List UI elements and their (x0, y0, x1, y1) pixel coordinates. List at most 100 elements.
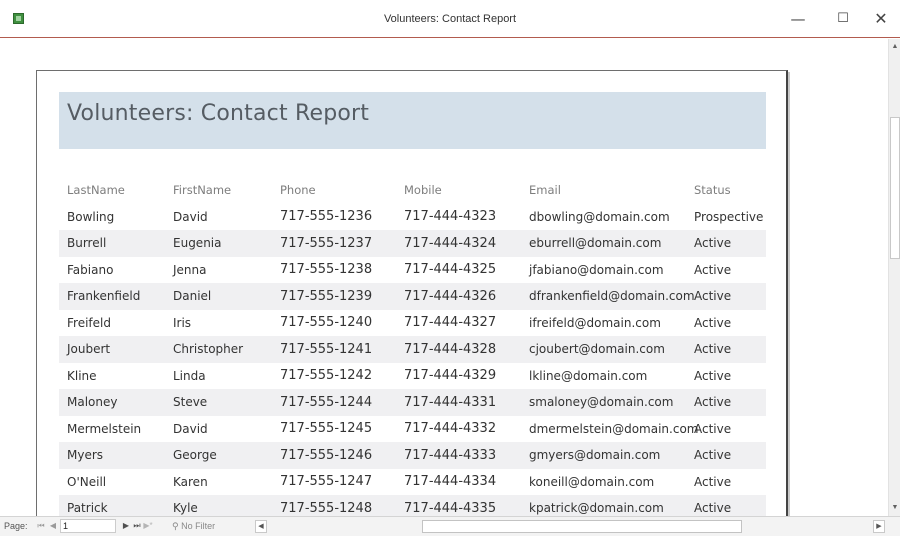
cell-lastname: Mermelstein (67, 421, 142, 436)
table-row[interactable]: Freifeld Iris 717-555-1240 717-444-4327 ifre… (59, 310, 766, 337)
vertical-scrollbar[interactable]: ▲ ▼ (888, 39, 900, 516)
scroll-right-icon[interactable]: ▶ (873, 520, 885, 533)
cell-email: jfabiano@domain.com (529, 262, 664, 277)
table-row[interactable]: O'Neill Karen 717-555-1247 717-444-4334 kone… (59, 469, 766, 496)
cell-email: eburrell@domain.com (529, 236, 662, 251)
column-header-row: LastName FirstName Phone Mobile Email Status (59, 177, 766, 204)
cell-email: lkline@domain.com (529, 368, 648, 383)
cell-email: dfrankenfield@domain.com (529, 289, 695, 304)
column-header-mobile: Mobile (404, 183, 442, 198)
cell-status: Active (694, 421, 732, 436)
report-title: Volunteers: Contact Report (67, 101, 370, 126)
new-record-icon[interactable]: ▶* (143, 520, 153, 532)
cell-mobile: 717-444-4332 (404, 421, 497, 437)
cell-lastname: Joubert (67, 342, 111, 357)
cell-phone: 717-555-1240 (280, 315, 373, 331)
cell-status: Active (694, 448, 732, 463)
filter-label: No Filter (181, 521, 216, 531)
cell-firstname: Eugenia (173, 236, 222, 251)
cell-email: cjoubert@domain.com (529, 342, 665, 357)
filter-icon: ⚲ (172, 521, 179, 531)
cell-email: ifreifeld@domain.com (529, 315, 661, 330)
table-row[interactable]: Frankenfield Daniel 717-555-1239 717-444-43… (59, 283, 766, 310)
cell-lastname: Kline (67, 368, 97, 383)
previous-page-icon[interactable]: ◀ (48, 520, 58, 532)
scroll-up-icon[interactable]: ▲ (890, 41, 900, 53)
cell-phone: 717-555-1236 (280, 209, 373, 225)
cell-phone: 717-555-1244 (280, 394, 373, 410)
cell-lastname: O'Neill (67, 474, 107, 489)
column-header-firstname: FirstName (173, 183, 232, 198)
title-bar: Volunteers: Contact Report — ☐ ✕ (0, 0, 900, 38)
table-row[interactable]: Bowling David 717-555-1236 717-444-4323 dbow… (59, 204, 766, 231)
cell-status: Active (694, 289, 732, 304)
column-header-status: Status (694, 183, 731, 198)
scroll-left-icon[interactable]: ◀ (255, 520, 267, 533)
horizontal-scroll-thumb[interactable] (422, 520, 742, 533)
cell-firstname: Daniel (173, 289, 212, 304)
cell-firstname: Christopher (173, 342, 244, 357)
report-page: Volunteers: Contact Report LastName First… (36, 70, 788, 516)
cell-mobile: 717-444-4328 (404, 341, 497, 357)
maximize-button[interactable]: ☐ (828, 8, 858, 30)
cell-firstname: Kyle (173, 501, 198, 516)
cell-status: Active (694, 501, 732, 516)
next-page-icon[interactable]: ▶ (121, 520, 131, 532)
cell-status: Active (694, 368, 732, 383)
cell-firstname: Iris (173, 315, 192, 330)
page-number-input[interactable]: 1 (60, 519, 116, 533)
cell-phone: 717-555-1246 (280, 447, 373, 463)
table-row[interactable]: Kline Linda 717-555-1242 717-444-4329 lkline… (59, 363, 766, 390)
cell-phone: 717-555-1248 (280, 500, 373, 516)
cell-mobile: 717-444-4333 (404, 447, 497, 463)
report-header: Volunteers: Contact Report (59, 92, 766, 149)
cell-lastname: Maloney (67, 395, 118, 410)
table-row[interactable]: Patrick Kyle 717-555-1248 717-444-4335 kpatr… (59, 495, 766, 516)
cell-status: Active (694, 395, 732, 410)
cell-phone: 717-555-1238 (280, 262, 373, 278)
cell-firstname: Karen (173, 474, 208, 489)
cell-lastname: Patrick (67, 501, 108, 516)
last-page-icon[interactable]: ⏭ (132, 520, 142, 532)
scroll-thumb[interactable] (890, 117, 900, 259)
cell-mobile: 717-444-4323 (404, 209, 497, 225)
cell-status: Active (694, 342, 732, 357)
cell-lastname: Freifeld (67, 315, 111, 330)
table-row[interactable]: Myers George 717-555-1246 717-444-4333 gmyer… (59, 442, 766, 469)
table-row[interactable]: Maloney Steve 717-555-1244 717-444-4331 smal… (59, 389, 766, 416)
cell-phone: 717-555-1245 (280, 421, 373, 437)
table-row[interactable]: Fabiano Jenna 717-555-1238 717-444-4325 jfab… (59, 257, 766, 284)
cell-firstname: Linda (173, 368, 206, 383)
minimize-button[interactable]: — (783, 8, 813, 30)
column-header-phone: Phone (280, 183, 316, 198)
record-navigation-bar: Page: ⏮ ◀ 1 ▶ ⏭ ▶* ⚲ No Filter ◀ ▶ (0, 516, 900, 536)
page-label: Page: (4, 521, 28, 531)
cell-phone: 717-555-1241 (280, 341, 373, 357)
cell-lastname: Bowling (67, 209, 115, 224)
cell-email: koneill@domain.com (529, 474, 655, 489)
cell-phone: 717-555-1237 (280, 235, 373, 251)
cell-status: Active (694, 262, 732, 277)
cell-firstname: George (173, 448, 217, 463)
table-row[interactable]: Mermelstein David 717-555-1245 717-444-4332… (59, 416, 766, 443)
filter-status[interactable]: ⚲ No Filter (172, 521, 215, 532)
column-header-email: Email (529, 183, 561, 198)
scroll-down-icon[interactable]: ▼ (890, 502, 900, 514)
cell-email: kpatrick@domain.com (529, 501, 664, 516)
cell-mobile: 717-444-4331 (404, 394, 497, 410)
window-title: Volunteers: Contact Report (383, 13, 517, 25)
table-row[interactable]: Burrell Eugenia 717-555-1237 717-444-4324 eb… (59, 230, 766, 257)
cell-status: Prospective (694, 209, 764, 224)
first-page-icon[interactable]: ⏮ (36, 520, 46, 532)
cell-mobile: 717-444-4324 (404, 235, 497, 251)
cell-lastname: Frankenfield (67, 289, 141, 304)
table-row[interactable]: Joubert Christopher 717-555-1241 717-444-43… (59, 336, 766, 363)
close-button[interactable]: ✕ (866, 8, 896, 30)
cell-email: dbowling@domain.com (529, 209, 670, 224)
cell-firstname: Steve (173, 395, 208, 410)
cell-phone: 717-555-1239 (280, 288, 373, 304)
cell-firstname: Jenna (173, 262, 207, 277)
cell-firstname: David (173, 209, 208, 224)
cell-mobile: 717-444-4334 (404, 474, 497, 490)
report-viewport[interactable]: Volunteers: Contact Report LastName First… (0, 39, 888, 516)
